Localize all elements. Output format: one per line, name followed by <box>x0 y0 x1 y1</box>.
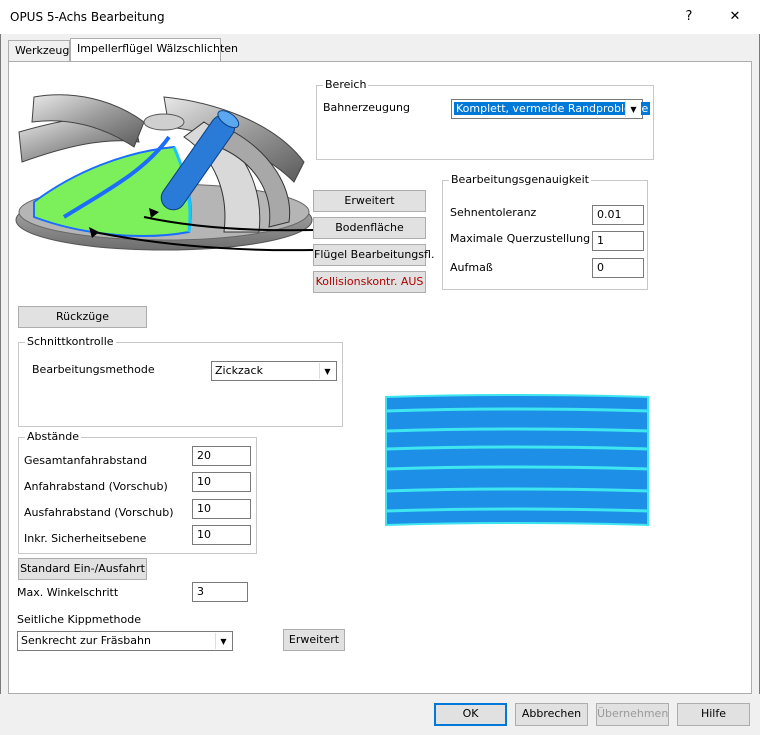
ok-button[interactable]: OK <box>434 703 507 726</box>
abstaende-legend: Abstände <box>25 430 82 443</box>
schnittkontrolle-group: Schnittkontrolle Bearbeitungsmethode Zic… <box>18 335 343 427</box>
genauigkeit-legend: Bearbeitungsgenauigkeit <box>449 173 591 186</box>
chevron-down-icon[interactable]: ▼ <box>319 363 335 379</box>
abstand-row-label: Gesamtanfahrabstand <box>24 454 148 467</box>
impeller-image <box>15 94 314 252</box>
title-bar: OPUS 5-Achs Bearbeitung ? ✕ <box>0 0 760 34</box>
kollision-button[interactable]: Kollisionskontr. AUS <box>313 271 426 293</box>
abstand-row-label: Ausfahrabstand (Vorschub) <box>24 506 174 519</box>
bahnerzeugung-select[interactable]: Komplett, vermeide Randprobleme ▼ <box>451 99 651 119</box>
aufmass-input[interactable]: 0 <box>592 258 644 278</box>
querzustellung-label: Maximale Querzustellung <box>450 232 591 245</box>
bahnerzeugung-label: Bahnerzeugung <box>323 101 410 114</box>
cancel-button[interactable]: Abbrechen <box>515 703 588 726</box>
tab-werkzeug[interactable]: Werkzeug <box>8 40 70 62</box>
sehnentoleranz-label: Sehnentoleranz <box>450 206 537 219</box>
abstaende-group: Abstände Gesamtanfahrabstand 20 Anfahrab… <box>18 430 257 554</box>
bereich-legend: Bereich <box>323 78 369 91</box>
chevron-down-icon[interactable]: ▼ <box>215 633 231 649</box>
fluegel-button[interactable]: Flügel Bearbeitungsfl. <box>313 244 434 266</box>
close-icon[interactable]: ✕ <box>722 6 748 28</box>
help-button[interactable]: Hilfe <box>677 703 750 726</box>
querzustellung-input[interactable]: 1 <box>592 231 644 251</box>
methode-value: Zickzack <box>215 364 263 377</box>
standard-einausfahrt-button[interactable]: Standard Ein-/Ausfahrt <box>18 558 147 580</box>
help-icon[interactable]: ? <box>676 6 702 28</box>
toolpath-preview <box>385 394 649 527</box>
bahnerzeugung-value: Komplett, vermeide Randprobleme <box>454 102 651 115</box>
abstand-row-label: Anfahrabstand (Vorschub) <box>24 480 168 493</box>
rueckzuege-button[interactable]: Rückzüge <box>18 306 147 328</box>
tab-impeller[interactable]: Impellerflügel Wälzschlichten <box>70 38 238 62</box>
apply-button[interactable]: Übernehmen <box>596 703 669 726</box>
bereich-group: Bereich Bahnerzeugung Komplett, vermeide… <box>316 78 654 160</box>
methode-select[interactable]: Zickzack ▼ <box>211 361 337 381</box>
kipp-erweitert-button[interactable]: Erweitert <box>283 629 345 651</box>
genauigkeit-group: Bearbeitungsgenauigkeit Sehnentoleranz 0… <box>442 173 648 290</box>
gesamtanfahrabstand-input[interactable]: 20 <box>192 446 251 466</box>
sehnentoleranz-input[interactable]: 0.01 <box>592 205 644 225</box>
sicherheitsebene-input[interactable]: 10 <box>192 525 251 545</box>
winkelschritt-label: Max. Winkelschritt <box>17 586 119 599</box>
winkelschritt-input[interactable]: 3 <box>192 582 248 602</box>
kippmethode-value: Senkrecht zur Fräsbahn <box>21 634 151 647</box>
ausfahrabstand-input[interactable]: 10 <box>192 499 251 519</box>
chevron-down-icon[interactable]: ▼ <box>625 101 641 117</box>
schnittkontrolle-legend: Schnittkontrolle <box>25 335 116 348</box>
anfahrabstand-input[interactable]: 10 <box>192 472 251 492</box>
kippmethode-label: Seitliche Kippmethode <box>17 613 141 626</box>
aufmass-label: Aufmaß <box>450 261 493 274</box>
bodenflaeche-button[interactable]: Bodenfläche <box>313 217 426 239</box>
kippmethode-select[interactable]: Senkrecht zur Fräsbahn ▼ <box>17 631 233 651</box>
methode-label: Bearbeitungsmethode <box>32 363 155 376</box>
abstand-row-label: Inkr. Sicherheitsebene <box>24 532 147 545</box>
window-title: OPUS 5-Achs Bearbeitung <box>10 10 165 24</box>
erweitert-button[interactable]: Erweitert <box>313 190 426 212</box>
